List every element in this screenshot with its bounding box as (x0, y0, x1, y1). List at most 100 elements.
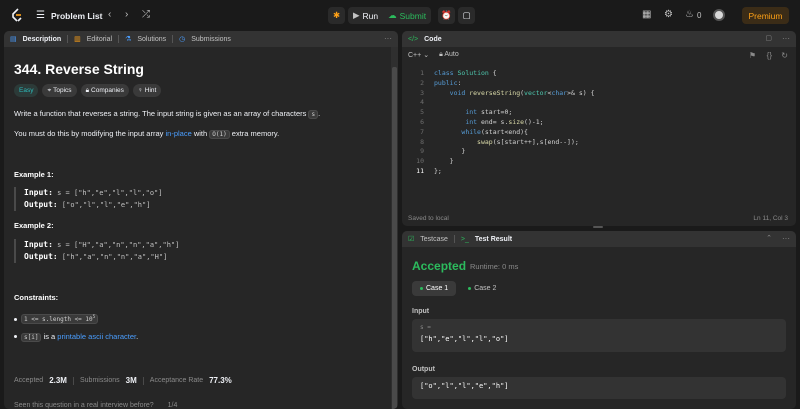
notes-button[interactable]: ▢ (458, 7, 476, 24)
tab-test-result[interactable]: Test Result (475, 236, 512, 243)
example-1-block: Input: s = ["h","e","l","l","o"] Output:… (14, 187, 162, 211)
tab-submissions[interactable]: Submissions (191, 36, 231, 43)
description-paragraph-1: Write a function that reverses a string.… (14, 109, 321, 119)
maximize-icon[interactable]: ▢ (765, 34, 772, 42)
constraints-title: Constraints: (14, 293, 59, 302)
save-status: Saved to local (408, 215, 449, 222)
language-select[interactable]: C++ ⌄ (408, 51, 429, 59)
input-label: Input (412, 308, 430, 315)
example-1-title: Example 1: (14, 170, 54, 179)
description-tabs: ▤ Description ▥ Editorial ⚗ Solutions ◷ … (4, 31, 398, 47)
tab-divider (453, 235, 455, 243)
leetcode-logo-icon[interactable] (10, 8, 24, 22)
tab-divider (172, 35, 174, 43)
premium-button[interactable]: Premium (742, 7, 789, 24)
line-numbers: 1 2 3 4 5 6 7 8 9 10 11 (416, 69, 424, 175)
tab-testcase[interactable]: Testcase (420, 236, 448, 243)
avatar[interactable] (713, 9, 725, 21)
interview-question: Seen this question in a real interview b… (14, 402, 178, 409)
hint-tag[interactable]: ♀ Hint (132, 84, 162, 97)
collapse-icon[interactable]: ⌃ (766, 234, 772, 242)
difficulty-badge: Easy (14, 84, 39, 97)
case-2-tab[interactable]: Case 2 (460, 281, 504, 296)
more-icon[interactable]: ··· (782, 234, 790, 243)
tab-solutions[interactable]: Solutions (137, 36, 166, 43)
timer-button[interactable]: ⏰ (438, 7, 456, 24)
scrollbar[interactable] (391, 47, 398, 409)
code-toolbar: C++ ⌄ 🔒︎ Auto (402, 47, 796, 63)
settings-icon[interactable]: ⚙ (664, 9, 673, 20)
in-place-link[interactable]: in-place (165, 129, 191, 138)
tab-editorial[interactable]: Editorial (87, 36, 112, 43)
constraint-item: s[i] is a printable ascii character. (14, 332, 138, 342)
more-icon[interactable]: ··· (384, 34, 392, 43)
output-label: Output (412, 366, 435, 373)
lock-icon: 🔒︎ (85, 86, 90, 94)
fire-icon[interactable]: ♨ (685, 9, 694, 20)
tab-divider (118, 35, 120, 43)
output-box: ["o","l","l","e","h"] (412, 377, 786, 399)
auto-toggle[interactable]: 🔒︎ Auto (439, 51, 459, 59)
test-result-panel: ☑ Testcase >_ Test Result ⌃ ··· Accepted… (402, 231, 796, 409)
next-problem-icon[interactable]: › (125, 9, 128, 20)
problem-tags: Easy ⌖ Topics 🔒︎ Companies ♀ Hint (14, 84, 162, 97)
acceptance-rate: 77.3% (209, 376, 232, 385)
run-button[interactable]: ▶ Run (348, 7, 383, 24)
companies-tag[interactable]: 🔒︎ Companies (80, 84, 129, 97)
runtime: Runtime: 0 ms (470, 262, 519, 271)
ascii-link[interactable]: printable ascii character (57, 332, 136, 341)
problem-stats: Accepted 2.3M Submissions 3M Acceptance … (14, 376, 232, 385)
layout-icon[interactable]: ▦ (642, 9, 651, 20)
cloud-upload-icon: ☁ (388, 10, 397, 20)
description-paragraph-2: You must do this by modifying the input … (14, 129, 280, 139)
alarm-icon: ⏰ (441, 10, 452, 20)
lock-icon: 🔒︎ (439, 51, 443, 58)
note-icon: ▢ (462, 10, 471, 20)
code-editor[interactable]: class Solution { public: void reverseStr… (434, 69, 595, 177)
flask-icon: ⚗ (125, 36, 132, 43)
constraint-item: 1 <= s.length <= 105 (14, 314, 99, 324)
example-2-block: Input: s = ["H","a","n","n","a","h"] Out… (14, 239, 179, 263)
terminal-icon: >_ (460, 235, 469, 243)
result-tabs: ☑ Testcase >_ Test Result ⌃ ··· (402, 231, 796, 247)
problem-title[interactable]: 344. Reverse String (14, 61, 144, 77)
lightbulb-icon: ♀ (137, 87, 143, 94)
bullet-dot (14, 335, 17, 338)
case-1-tab[interactable]: Case 1 (412, 281, 457, 296)
play-icon: ▶ (353, 10, 360, 20)
code-tab[interactable]: Code (424, 36, 442, 43)
tab-divider (67, 35, 69, 43)
checkbox-icon: ☑ (408, 236, 415, 243)
submit-button[interactable]: ☁ Submit (383, 7, 431, 24)
editorial-icon: ▥ (74, 36, 81, 43)
prev-problem-icon[interactable]: ‹ (108, 9, 111, 20)
code-panel: </> Code ▢ ··· C++ ⌄ 🔒︎ Auto ⚑ {} ↻ 1 2 … (402, 31, 796, 226)
scrollbar-thumb[interactable] (392, 67, 397, 409)
example-2-title: Example 2: (14, 221, 54, 230)
reset-icon[interactable]: ↻ (781, 51, 788, 60)
input-box: s = ["h","e","l","l","o"] (412, 319, 786, 352)
description-tab-icon: ▤ (10, 36, 17, 43)
streak-count: 0 (697, 11, 702, 20)
braces-icon[interactable]: {} (767, 51, 772, 60)
shuffle-icon[interactable]: ⤮ (142, 9, 150, 20)
problem-list-link[interactable]: Problem List (51, 11, 102, 21)
list-icon[interactable]: ☰ (36, 10, 45, 21)
submissions-count: 3M (125, 376, 137, 385)
bookmark-icon[interactable]: ⚑ (749, 51, 756, 60)
cursor-position: Ln 11, Col 3 (753, 215, 788, 222)
run-submit-group: ▶ Run ☁ Submit (348, 7, 432, 24)
description-panel: ▤ Description ▥ Editorial ⚗ Solutions ◷ … (4, 31, 398, 409)
result-status: Accepted (412, 259, 467, 273)
pass-dot (420, 287, 423, 290)
topics-tag[interactable]: ⌖ Topics (42, 84, 77, 97)
debug-button[interactable]: ✱ (328, 7, 345, 24)
code-header: </> Code ▢ ··· (402, 31, 796, 47)
more-icon[interactable]: ··· (782, 34, 790, 43)
tab-description[interactable]: Description (23, 36, 62, 43)
code-icon: </> (408, 35, 419, 43)
bullet-dot (14, 317, 17, 321)
panel-resize-handle[interactable] (593, 226, 603, 228)
input-value: ["h","e","l","l","o"] (420, 335, 509, 343)
top-bar: ☰ Problem List ‹ › ⤮ ✱ ▶ Run ☁ Submit ⏰ ▢ … (0, 0, 800, 30)
